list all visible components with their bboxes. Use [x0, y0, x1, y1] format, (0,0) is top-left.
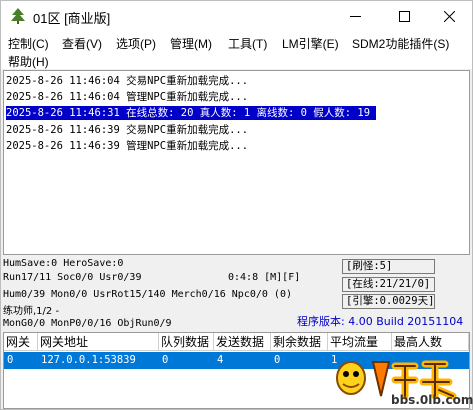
- menu-help[interactable]: 帮助(H): [8, 53, 49, 70]
- column-header-queue[interactable]: 队列数据: [159, 333, 214, 351]
- column-header-sent[interactable]: 发送数据: [214, 333, 271, 351]
- close-button[interactable]: [426, 1, 472, 31]
- minimize-button[interactable]: [332, 1, 378, 31]
- log-line-selected[interactable]: 2025-8-26 11:46:31 在线总数: 20 真人数: 1 离线数: …: [6, 106, 377, 120]
- column-header-address[interactable]: 网关地址: [38, 333, 159, 351]
- log-panel[interactable]: 2025-8-26 11:46:04 交易NPC重新加载完成... 2025-8…: [3, 70, 470, 255]
- menu-view[interactable]: 查看(V): [62, 35, 102, 52]
- status-lianji: 练功师,1/2 -: [3, 306, 60, 317]
- log-line[interactable]: 2025-8-26 11:46:04 管理NPC重新加载完成...: [6, 90, 248, 104]
- column-header-gateway[interactable]: 网关: [4, 333, 38, 351]
- menu-manage[interactable]: 管理(M): [170, 35, 212, 52]
- maximize-icon: [398, 10, 410, 22]
- column-header-max-users[interactable]: 最高人数: [392, 333, 469, 351]
- menu-tools[interactable]: 工具(T): [228, 35, 267, 52]
- log-line[interactable]: 2025-8-26 11:46:04 交易NPC重新加载完成...: [6, 74, 248, 88]
- menu-sdm2-plugins[interactable]: SDM2功能插件(S): [352, 35, 449, 52]
- close-icon: [443, 10, 455, 22]
- status-mongo: MonG0/0 MonP0/0/16 ObjRun0/9: [3, 318, 172, 329]
- app-tree-icon: [11, 8, 25, 24]
- status-hum: Hum0/39 Mon0/0 UsrRot15/140 Merch0/16 Np…: [3, 289, 292, 300]
- table-cell: 4: [217, 354, 224, 366]
- status-save: HumSave:0 HeroSave:0: [3, 258, 124, 269]
- online-count-box: [在线:21/21/0]: [342, 277, 435, 292]
- title-bar[interactable]: 01区 [商业版]: [1, 1, 472, 31]
- column-header-remaining[interactable]: 剩余数据: [271, 333, 328, 351]
- status-time: 0:4:8 [M][F]: [228, 272, 301, 283]
- menu-bar: 控制(C) 查看(V) 选项(P) 管理(M) 工具(T) LM引擎(E) SD…: [1, 31, 472, 69]
- window-title: 01区 [商业版]: [33, 11, 111, 26]
- watermark-url: bbs.0lb.com: [391, 393, 473, 407]
- program-version: 程序版本: 4.00 Build 20151104: [297, 315, 464, 328]
- maximize-button[interactable]: [381, 1, 427, 31]
- refresh-monster-box: [刷怪:5]: [342, 259, 435, 274]
- log-line[interactable]: 2025-8-26 11:46:39 管理NPC重新加载完成...: [6, 139, 248, 153]
- engine-time-box: [引擎:0.0029天]: [342, 294, 435, 309]
- table-cell: 0: [274, 354, 281, 366]
- app-window: 01区 [商业版] 控制(C) 查看(V) 选项(P) 管理(M) 工具(T) …: [0, 0, 473, 410]
- table-cell: 0: [7, 354, 14, 366]
- menu-options[interactable]: 选项(P): [116, 35, 156, 52]
- table-cell: 127.0.0.1:53839: [41, 354, 136, 366]
- menu-lm-engine[interactable]: LM引擎(E): [282, 35, 339, 52]
- log-line[interactable]: 2025-8-26 11:46:39 交易NPC重新加载完成...: [6, 123, 248, 137]
- status-run: Run17/11 Soc0/0 Usr0/39: [3, 272, 142, 283]
- menu-control[interactable]: 控制(C): [8, 35, 49, 52]
- column-header-avg-traffic[interactable]: 平均流量: [328, 333, 392, 351]
- minimize-icon: [349, 15, 361, 17]
- table-cell: 0: [162, 354, 169, 366]
